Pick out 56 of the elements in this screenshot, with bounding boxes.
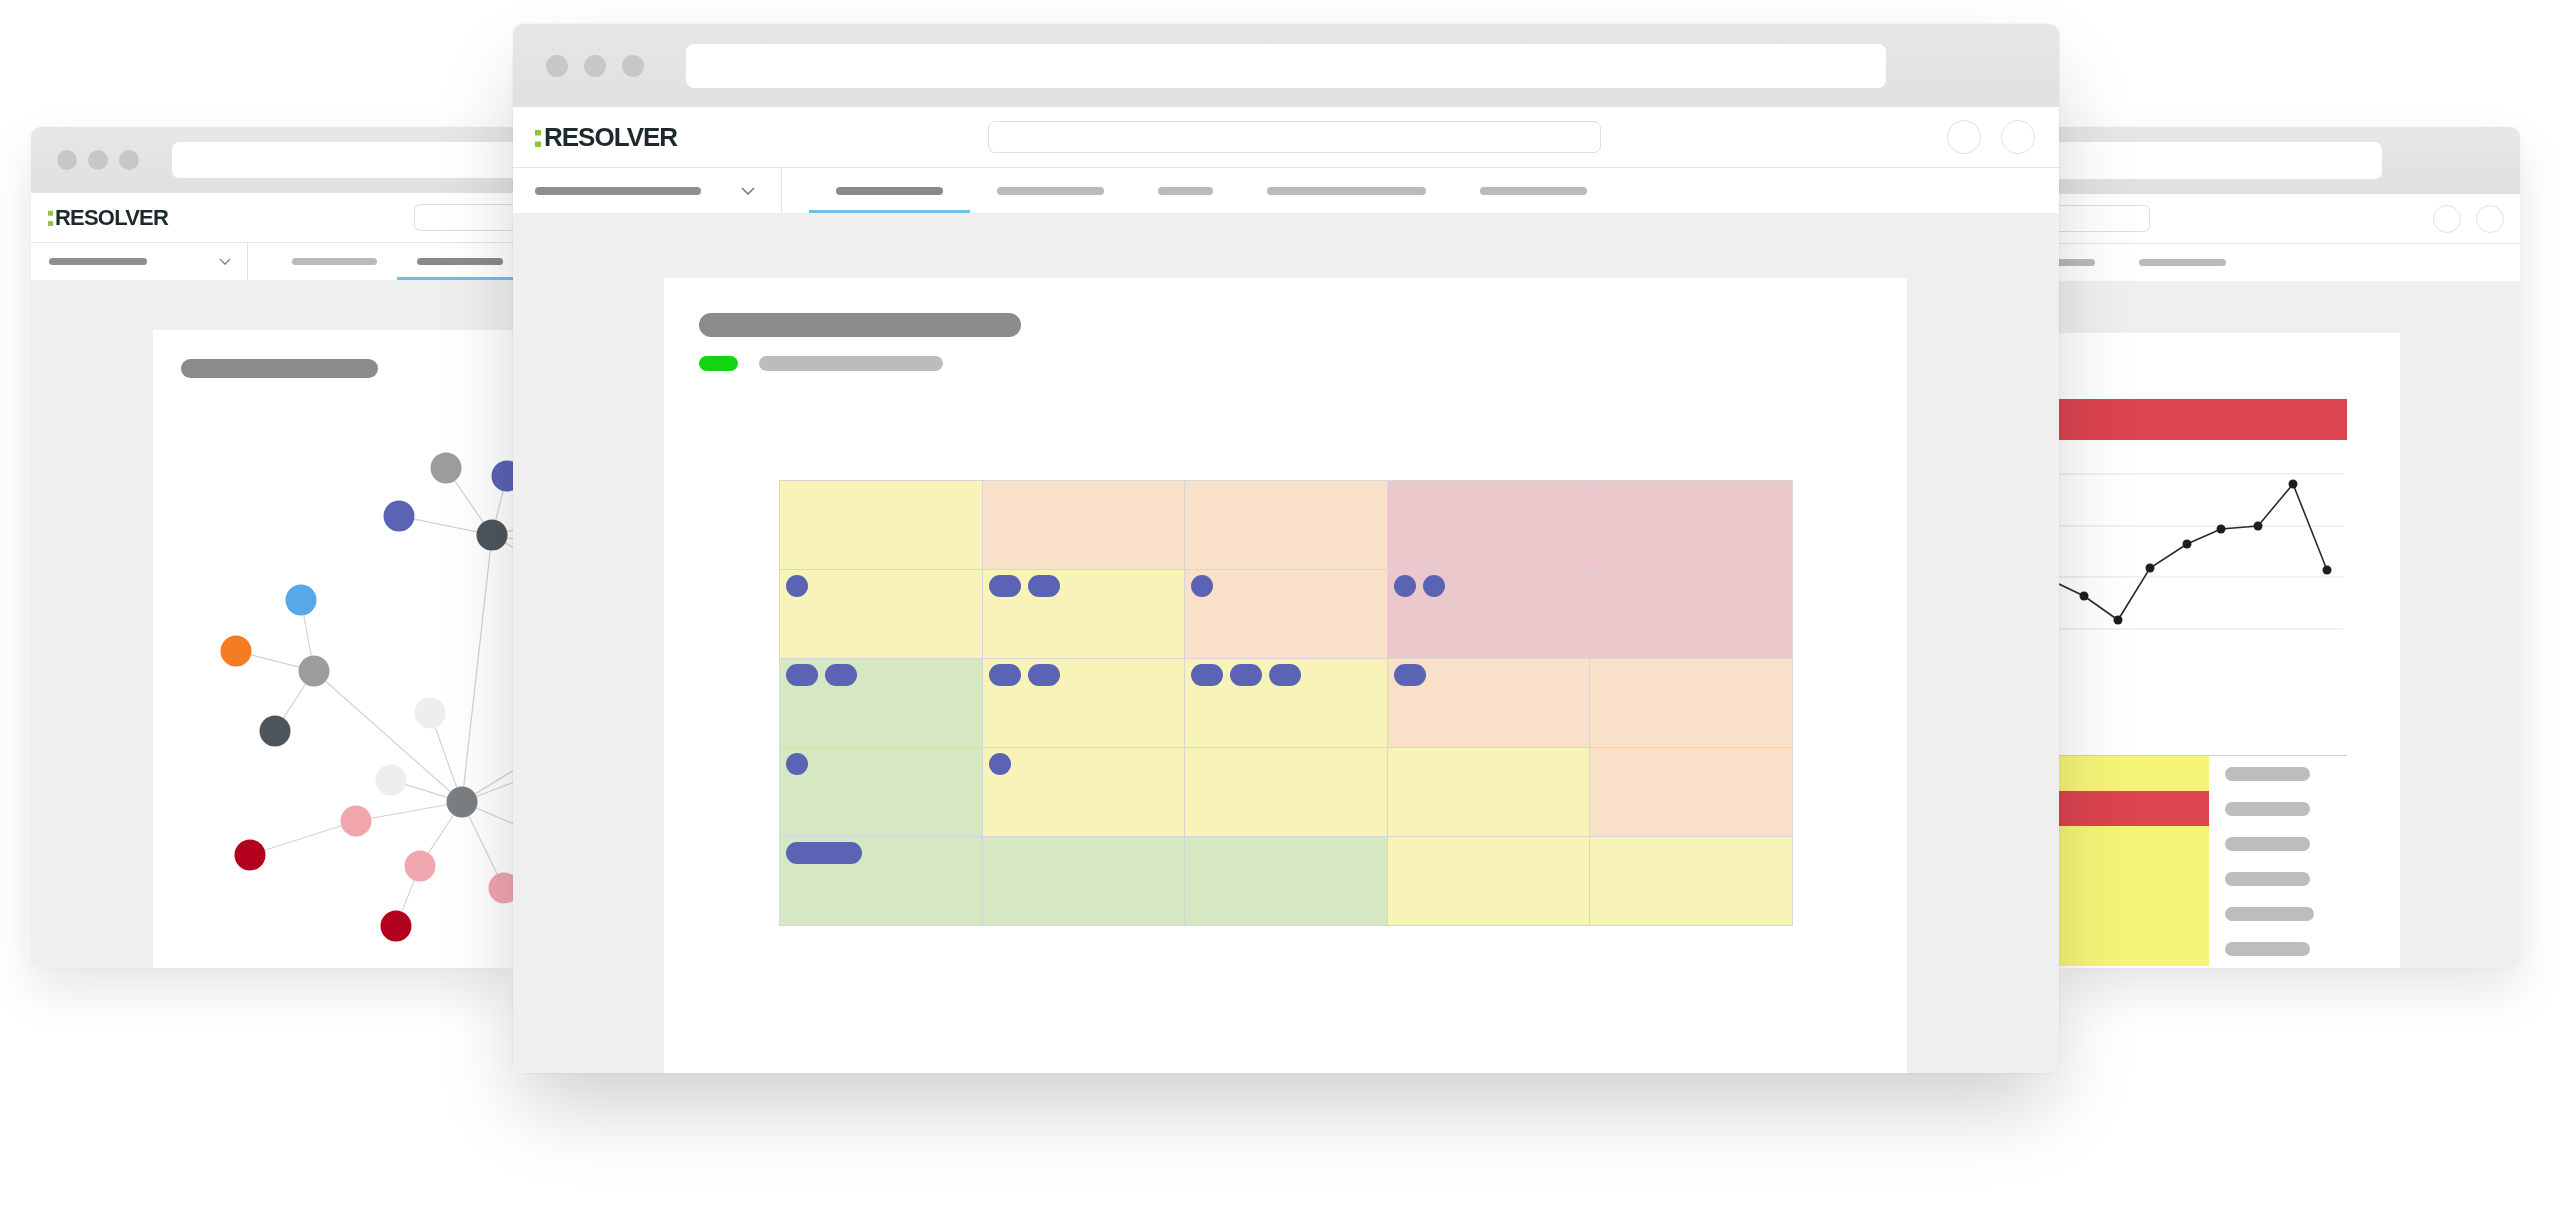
dot-marker-icon[interactable]: [1422, 575, 1445, 597]
chart-point: [2288, 479, 2298, 489]
pill-marker-icon[interactable]: [988, 664, 1021, 686]
chart-point: [2182, 539, 2192, 549]
window-dot-icon[interactable]: [119, 150, 139, 170]
pill-marker-icon[interactable]: [1230, 664, 1263, 686]
bar-marker-icon[interactable]: [786, 842, 862, 864]
dropdown-select[interactable]: [513, 168, 782, 213]
chevron-down-icon: [219, 258, 231, 265]
logo-text: RESOLVER: [544, 124, 678, 150]
window-dot-icon[interactable]: [546, 54, 568, 77]
tab-label-placeholder: [2059, 259, 2095, 266]
dot-marker-icon[interactable]: [988, 753, 1011, 775]
window-dot-icon[interactable]: [57, 150, 77, 170]
window-dot-icon[interactable]: [584, 54, 606, 77]
address-bar[interactable]: [2059, 142, 2382, 179]
window-dot-icon[interactable]: [622, 54, 644, 77]
chart-point: [2113, 615, 2123, 625]
chart-point: [2079, 591, 2089, 601]
logo-mark-icon: [535, 127, 541, 147]
address-bar[interactable]: [686, 43, 1886, 88]
circle-button[interactable]: [2433, 204, 2461, 233]
chart-point: [2216, 524, 2226, 534]
graph-edge: [495, 490, 504, 521]
dot-marker-icon[interactable]: [1191, 575, 1214, 597]
circle-button[interactable]: [2476, 204, 2504, 233]
dot-marker-icon[interactable]: [786, 575, 808, 597]
pill-marker-icon[interactable]: [825, 664, 857, 686]
circle-button[interactable]: [1947, 120, 1981, 154]
chart-point: [2145, 563, 2155, 573]
circle-button[interactable]: [2001, 120, 2035, 154]
pill-marker-icon[interactable]: [1191, 664, 1224, 686]
pill-marker-icon[interactable]: [1027, 664, 1060, 686]
search-field[interactable]: [414, 204, 513, 231]
graph-edge: [401, 879, 415, 913]
tab-label-placeholder: [1158, 186, 1213, 195]
status-pill-icon: [699, 356, 738, 371]
graph-edge: [303, 614, 312, 657]
pill-marker-icon[interactable]: [1269, 664, 1302, 686]
search-field[interactable]: [988, 121, 1601, 153]
pill-marker-icon[interactable]: [786, 664, 818, 686]
pill-marker-icon[interactable]: [1393, 664, 1426, 686]
logo-text: RESOLVER: [55, 206, 168, 229]
dot-marker-icon[interactable]: [786, 753, 808, 775]
pill-marker-icon[interactable]: [1027, 575, 1060, 597]
chart-point: [2253, 521, 2263, 531]
chevron-down-icon: [741, 186, 755, 195]
window-dot-icon[interactable]: [88, 150, 108, 170]
dropdown-select[interactable]: [31, 243, 248, 280]
search-field[interactable]: [2059, 205, 2150, 232]
pill-marker-icon[interactable]: [988, 575, 1021, 597]
graph-edge: [282, 683, 307, 719]
logo-mark-icon: [48, 209, 53, 226]
dot-marker-icon[interactable]: [1393, 575, 1416, 597]
graph-edge: [250, 654, 300, 668]
chart-point: [2322, 565, 2332, 575]
